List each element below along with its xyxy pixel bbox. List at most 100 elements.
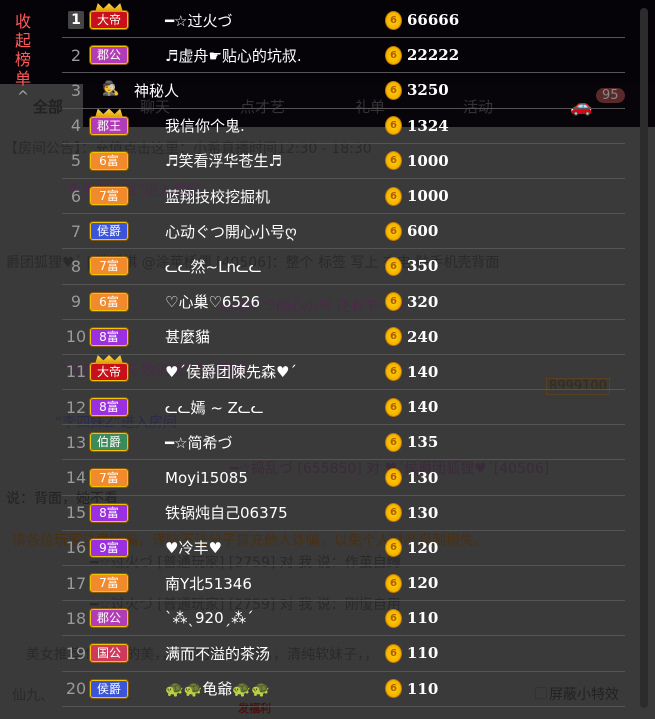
contribution-score: 120 — [407, 538, 439, 557]
user-name[interactable]: ━☆简希づ — [165, 432, 232, 453]
rank-badge: 大帝 — [90, 11, 128, 30]
rank-badge: 8富 — [90, 398, 128, 417]
coin-icon: 6 — [385, 151, 402, 171]
coin-icon: 6 — [385, 608, 402, 628]
ranking-row[interactable]: 19 国公 满而不溢的茶汤 6 110 — [62, 636, 625, 672]
contribution-score: 350 — [407, 257, 439, 276]
contribution-score: 320 — [407, 292, 439, 311]
ranking-row[interactable]: 11 大帝 ♥ˊ侯爵团陳先森♥ˊ 6 140 — [62, 355, 625, 391]
ranking-row[interactable]: 18 郡公 ˋ⁂ˎ920ˏ⁂ˊ 6 110 — [62, 601, 625, 637]
rank-badge: 郡王 — [90, 116, 128, 135]
rank-badge: 大帝 — [90, 362, 128, 381]
rank-number: 1 — [68, 11, 84, 30]
ranking-row[interactable]: 3 🕵 神秘人 6 3250 — [62, 73, 625, 109]
rank-badge: 7富 — [90, 468, 128, 487]
user-name[interactable]: 满而不溢的茶汤 — [165, 643, 270, 664]
contribution-score: 140 — [407, 398, 439, 417]
ranking-row[interactable]: 17 7富 南Y北51346 6 120 — [62, 566, 625, 602]
rank-number: 2 — [70, 45, 82, 65]
contribution-score: 240 — [407, 327, 439, 346]
coin-icon: 6 — [385, 432, 402, 452]
coin-icon: 6 — [385, 10, 402, 30]
rank-badge: 郡公 — [90, 46, 128, 65]
user-name[interactable]: 南Y北51346 — [165, 573, 252, 594]
contribution-score: 135 — [407, 433, 439, 452]
rank-number: 12 — [65, 397, 87, 417]
user-name[interactable]: 甚麼貓 — [165, 326, 210, 347]
contribution-score: 600 — [407, 222, 439, 241]
user-name[interactable]: ᓚᓚ嫣 ~ Zᓚᓚ — [165, 397, 263, 418]
scrollbar[interactable] — [640, 8, 648, 708]
rank-number: 17 — [65, 573, 87, 593]
ranking-row[interactable]: 15 8富 铁锅炖自己06375 6 130 — [62, 496, 625, 531]
coin-icon: 6 — [385, 503, 402, 523]
collapse-label: 收起榜单 — [14, 12, 31, 88]
coin-icon: 6 — [385, 573, 402, 593]
user-name[interactable]: ♬虚舟☛贴心的坑叔. — [165, 45, 302, 66]
rank-number: 10 — [65, 327, 87, 347]
ranking-row[interactable]: 13 伯爵 ━☆简希づ 6 135 — [62, 425, 625, 461]
ranking-row[interactable]: 5 6富 ♬笑看浮华苍生♬ 6 1000 — [62, 144, 625, 179]
rank-number: 6 — [70, 186, 82, 206]
user-name[interactable]: ♡心巢♡6526 — [165, 291, 260, 312]
ranking-row[interactable]: 6 7富 蓝翔技校挖掘机 6 1000 — [62, 179, 625, 215]
rank-badge: 9富 — [90, 538, 128, 557]
coin-icon: 6 — [385, 256, 402, 276]
user-name[interactable]: Moyi15085 — [165, 469, 248, 487]
rank-badge: 8富 — [90, 327, 128, 346]
coin-icon: 6 — [385, 468, 402, 488]
user-name[interactable]: ━☆过火づ — [165, 10, 232, 31]
rank-badge: 7富 — [90, 574, 128, 593]
ranking-row[interactable]: 14 7富 Moyi15085 6 130 — [62, 460, 625, 496]
ranking-row[interactable]: 7 侯爵 心动ぐつ開心小号ღ 6 600 — [62, 214, 625, 250]
contribution-score: 1000 — [407, 187, 449, 206]
rank-badge: 6富 — [90, 151, 128, 170]
rank-number: 5 — [70, 151, 82, 171]
ranking-row[interactable]: 8 7富 ᓚᓚ然~Lnᓚᓚ 6 350 — [62, 249, 625, 285]
rank-badge: 郡公 — [90, 609, 128, 628]
user-name[interactable]: ♥冷丰♥ — [165, 537, 222, 558]
rank-badge: 国公 — [90, 644, 128, 663]
coin-icon: 6 — [385, 186, 402, 206]
contribution-score: 22222 — [407, 46, 460, 65]
ranking-row[interactable]: 4 郡王 我信你个鬼. 6 1324 — [62, 109, 625, 144]
user-name[interactable]: ♥ˊ侯爵团陳先森♥ˊ — [165, 361, 297, 382]
rank-number: 8 — [70, 256, 82, 276]
user-name[interactable]: 心动ぐつ開心小号ღ — [165, 221, 297, 242]
rank-badge: 6富 — [90, 292, 128, 311]
rank-badge: 侯爵 — [90, 679, 128, 698]
ranking-row[interactable]: 9 6富 ♡心巢♡6526 6 320 — [62, 285, 625, 320]
ranking-list: 1 大帝 ━☆过火づ 6 6 6 6 6 6 2 郡公 ♬虚舟☛贴心的坑叔. 6 22222 3… — [62, 3, 625, 707]
coin-icon: 6 — [385, 362, 402, 382]
rank-number: 14 — [65, 468, 87, 488]
user-name[interactable]: 神秘人 — [134, 80, 179, 101]
ranking-row[interactable]: 12 8富 ᓚᓚ嫣 ~ Zᓚᓚ 6 140 — [62, 390, 625, 426]
contribution-score: 1000 — [407, 151, 449, 170]
ranking-row[interactable]: 1 大帝 ━☆过火づ 6 66666 — [62, 3, 625, 39]
user-name[interactable]: 蓝翔技校挖掘机 — [165, 186, 270, 207]
user-name[interactable]: 🐢🐢龟爺🐢🐢 — [165, 678, 270, 699]
chevron-up-icon: ^ — [17, 89, 29, 105]
chat-input[interactable]: 仙九、 — [12, 685, 54, 705]
user-name[interactable]: 我信你个鬼. — [165, 115, 245, 136]
rank-number: 7 — [70, 221, 82, 241]
contribution-score: 110 — [407, 679, 439, 698]
ranking-row[interactable]: 20 侯爵 🐢🐢龟爺🐢🐢 6 110 — [62, 672, 625, 707]
mystery-user-icon: 🕵 — [102, 81, 120, 98]
rank-number: 13 — [65, 432, 87, 452]
rank-number: 16 — [65, 538, 87, 558]
ranking-row[interactable]: 16 9富 ♥冷丰♥ 6 120 — [62, 531, 625, 566]
rank-number: 9 — [70, 292, 82, 312]
user-name[interactable]: ˋ⁂ˎ920ˏ⁂ˊ — [165, 609, 254, 627]
user-name[interactable]: ♬笑看浮华苍生♬ — [165, 150, 282, 171]
rank-number: 11 — [65, 362, 87, 382]
user-name[interactable]: ᓚᓚ然~Lnᓚᓚ — [165, 256, 262, 277]
ranking-row[interactable]: 10 8富 甚麼貓 6 240 — [62, 320, 625, 355]
user-name[interactable]: 铁锅炖自己06375 — [165, 502, 288, 523]
rank-number: 3 — [70, 80, 82, 100]
rank-number: 19 — [65, 643, 87, 663]
contribution-score: 140 — [407, 362, 439, 381]
coin-icon: 6 — [385, 643, 402, 663]
collapse-ranking-button[interactable]: 收起榜单 ^ — [8, 12, 38, 107]
ranking-row[interactable]: 2 郡公 ♬虚舟☛贴心的坑叔. 6 22222 — [62, 38, 625, 74]
